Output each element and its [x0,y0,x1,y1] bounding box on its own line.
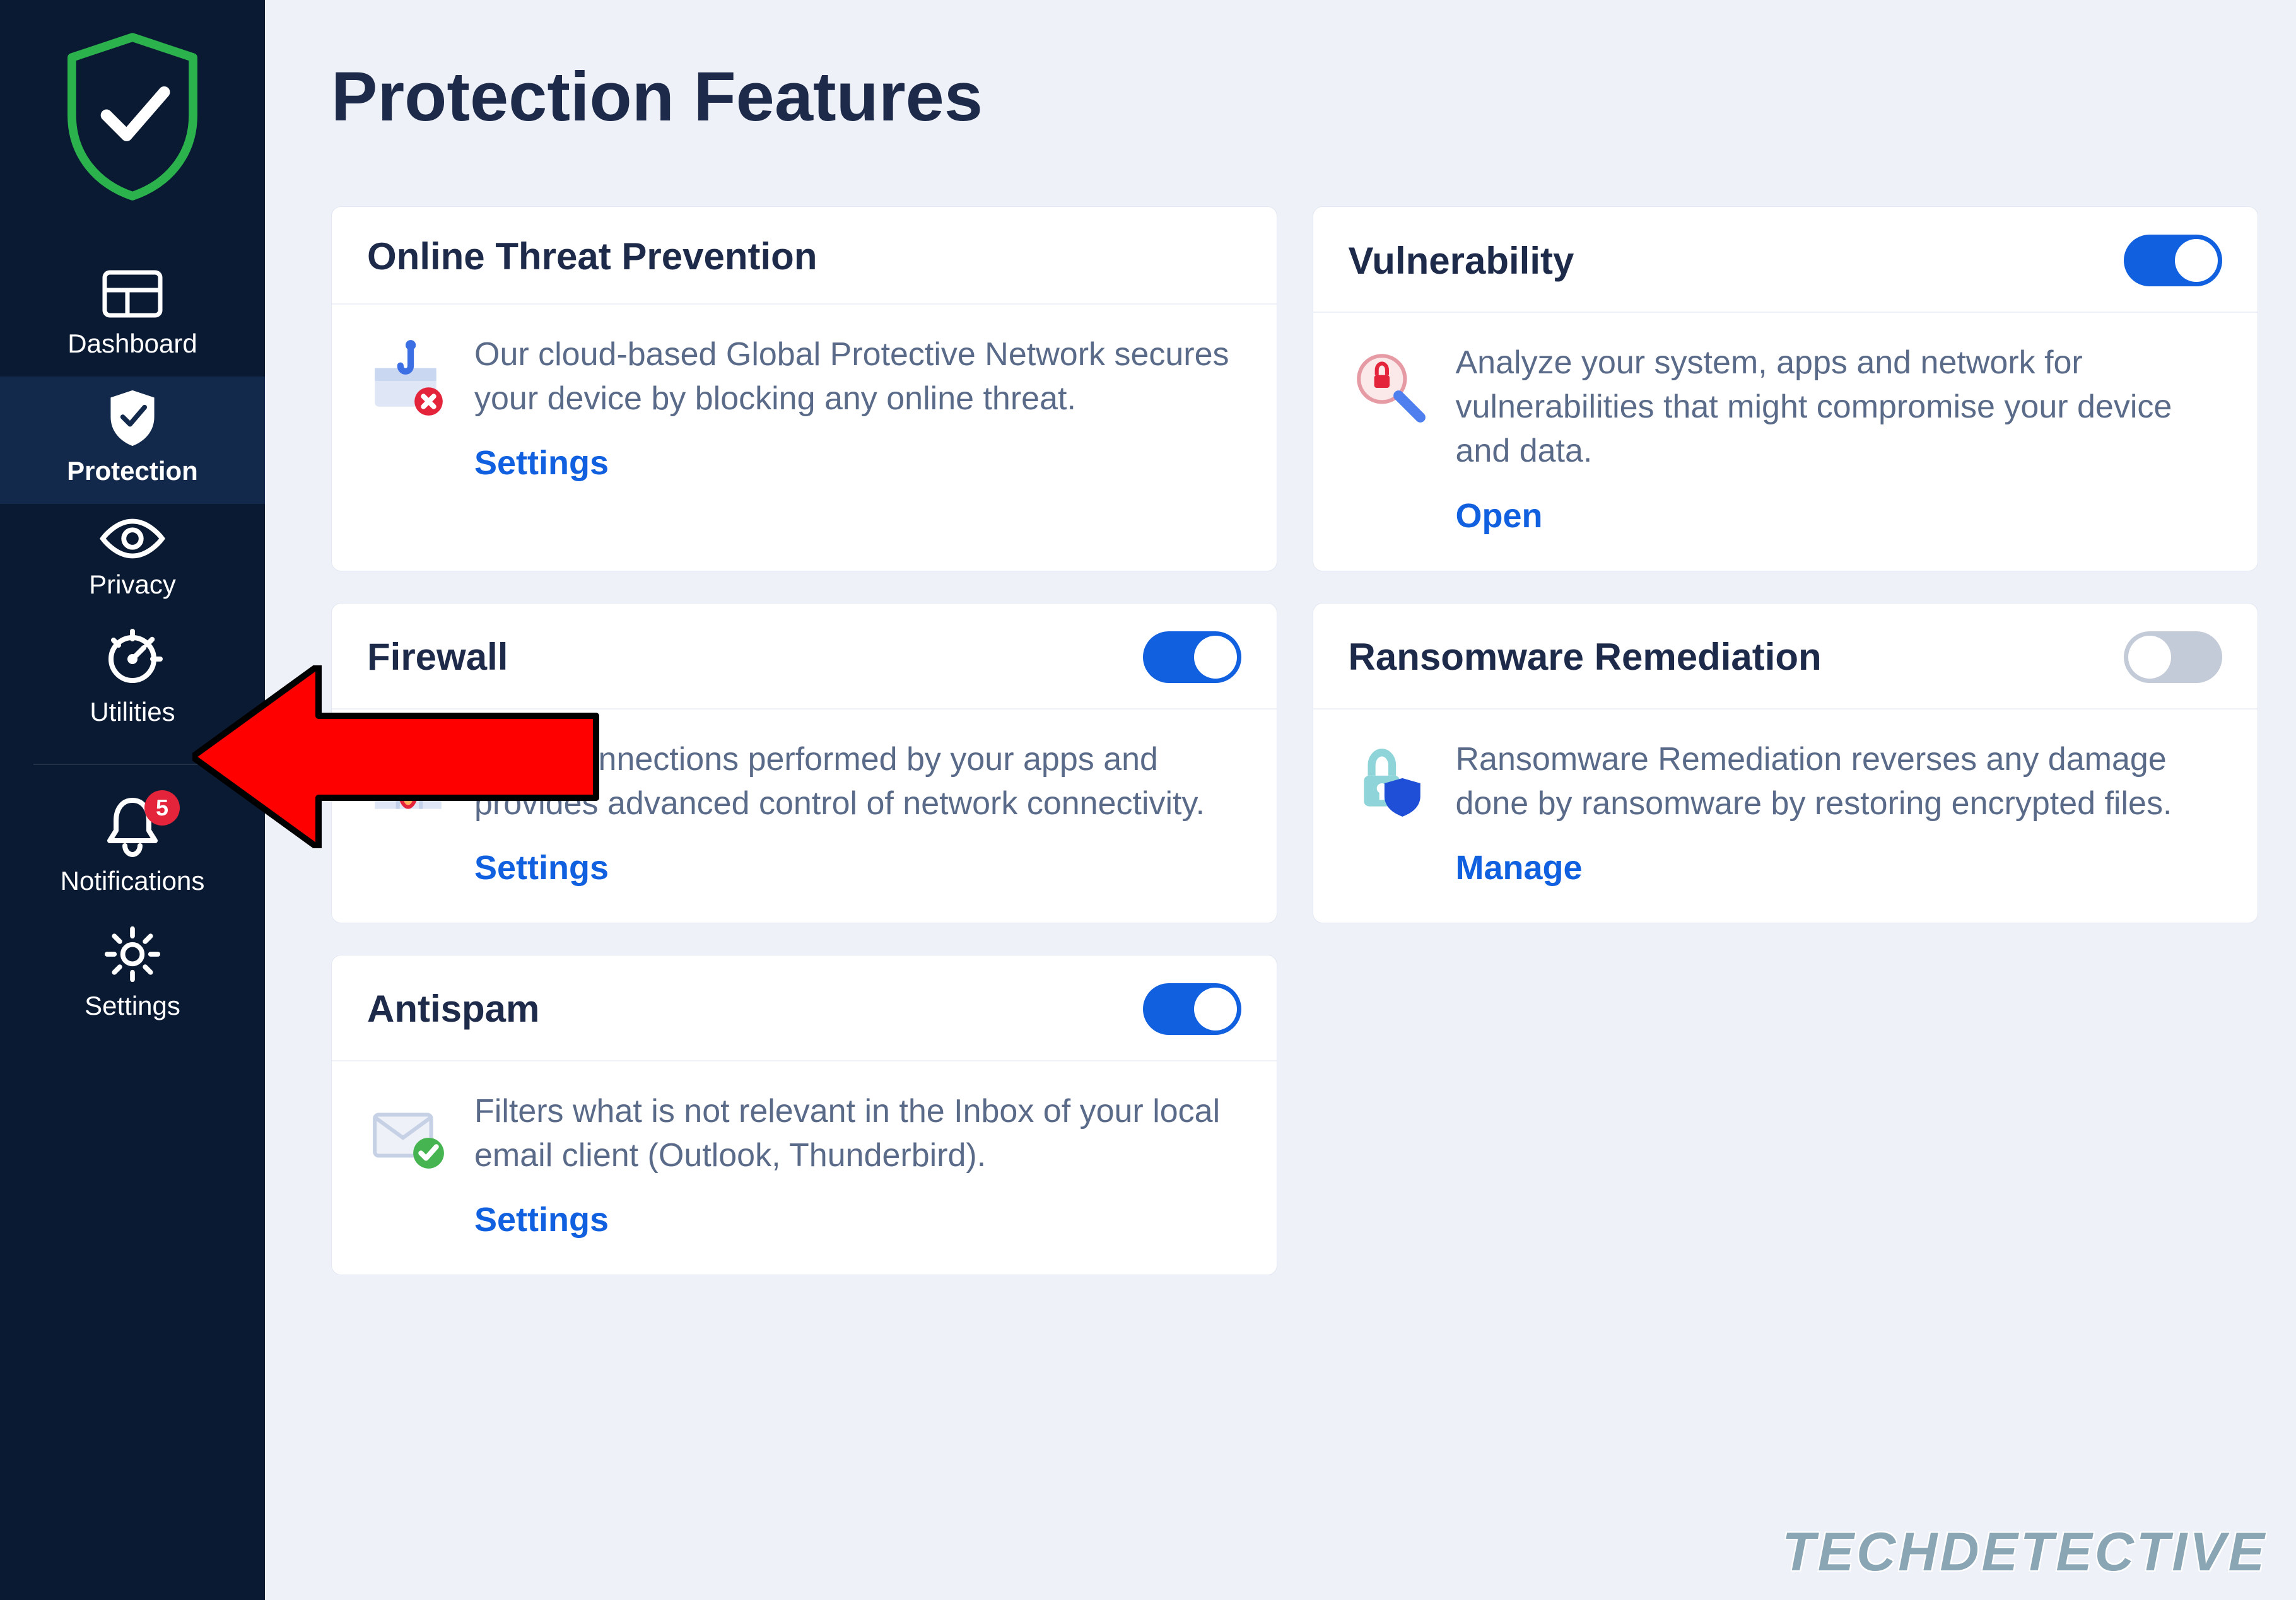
card-ransomware-remediation: Ransomware Remediation Ra [1313,603,2259,923]
watermark: TECHDETECTIVE [1782,1521,2267,1584]
card-firewall: Firewall [331,603,1277,923]
card-title: Online Threat Prevention [367,235,817,278]
open-link[interactable]: Open [1456,496,1543,535]
card-online-threat-prevention: Online Threat Prevention [331,206,1277,571]
manage-link[interactable]: Manage [1456,848,1583,887]
sidebar-item-label: Notifications [0,866,265,896]
card-description: Analyze your system, apps and network fo… [1456,341,2223,474]
sidebar: Dashboard Protection P [0,0,265,1600]
settings-link[interactable]: Settings [474,1200,609,1239]
sidebar-item-notifications[interactable]: 5 Notifications [0,784,265,914]
sidebar-item-utilities[interactable]: Utilities [0,617,265,745]
card-header: Vulnerability [1313,207,2258,313]
sidebar-item-label: Protection [0,456,265,486]
toggle-knob [1194,988,1237,1031]
toggle-knob [1194,636,1237,679]
firewall-toggle[interactable] [1143,631,1241,683]
sidebar-item-settings[interactable]: Settings [0,914,265,1039]
envelope-check-icon [367,1089,449,1239]
sidebar-item-dashboard[interactable]: Dashboard [0,255,265,377]
card-text: Our cloud-based Global Protective Networ… [474,332,1241,482]
card-body: Ransomware Remediation reverses any dama… [1313,709,2258,923]
sidebar-item-privacy[interactable]: Privacy [0,504,265,617]
card-body: Our cloud-based Global Protective Networ… [332,305,1277,518]
gear-speed-icon [0,629,265,689]
app-logo [60,32,205,205]
sidebar-item-label: Utilities [0,697,265,727]
card-title: Antispam [367,987,539,1031]
card-text: Analyze your system, apps and network fo… [1456,341,2223,535]
sidebar-item-label: Privacy [0,569,265,600]
antispam-toggle[interactable] [1143,983,1241,1035]
card-description: Our cloud-based Global Protective Networ… [474,332,1241,421]
card-header: Online Threat Prevention [332,207,1277,305]
card-text: Ransomware Remediation reverses any dama… [1456,737,2223,887]
bell-icon [0,795,265,858]
vulnerability-toggle[interactable] [2124,235,2222,286]
magnifier-lock-icon [1349,341,1431,535]
card-text: Filters what is not relevant in the Inbo… [474,1089,1241,1239]
card-body: Analyze your system, apps and network fo… [1313,313,2258,571]
card-description: nitors connections performed by your app… [474,737,1241,826]
app-root: Dashboard Protection P [0,0,2296,1600]
settings-link[interactable]: Settings [474,443,609,482]
sidebar-item-label: Dashboard [0,329,265,359]
card-antispam: Antispam Filters what is not relevant in [331,955,1277,1275]
main-content: Protection Features Online Threat Preven… [265,0,2296,1600]
card-title: Vulnerability [1349,239,1574,283]
gear-icon [0,925,265,983]
toggle-knob [2128,636,2171,679]
card-header: Firewall [332,604,1277,709]
sidebar-separator [33,764,232,765]
toggle-knob [2175,239,2218,282]
card-title: Ransomware Remediation [1349,635,1822,679]
shield-icon [0,388,265,448]
card-title: Firewall [367,635,508,679]
phishing-icon [367,332,449,482]
sidebar-item-protection[interactable]: Protection [0,377,265,504]
feature-grid: Online Threat Prevention [331,206,2258,1275]
card-description: Filters what is not relevant in the Inbo… [474,1089,1241,1177]
sidebar-nav: Dashboard Protection P [0,255,265,1039]
card-header: Antispam [332,955,1277,1061]
ransomware-toggle[interactable] [2124,631,2222,683]
firewall-icon [367,737,449,887]
card-text: nitors connections performed by your app… [474,737,1241,887]
card-vulnerability: Vulnerability Analyze your system, apps [1313,206,2259,571]
card-description: Ransomware Remediation reverses any dama… [1456,737,2223,826]
card-header: Ransomware Remediation [1313,604,2258,709]
sidebar-item-label: Settings [0,991,265,1021]
settings-link[interactable]: Settings [474,848,609,887]
card-body: Filters what is not relevant in the Inbo… [332,1061,1277,1275]
card-body: nitors connections performed by your app… [332,709,1277,923]
eye-icon [0,515,265,562]
notification-badge: 5 [144,790,180,826]
shield-check-icon [60,32,205,202]
dashboard-icon [0,267,265,321]
lock-shield-icon [1349,737,1431,887]
page-title: Protection Features [331,57,2258,137]
